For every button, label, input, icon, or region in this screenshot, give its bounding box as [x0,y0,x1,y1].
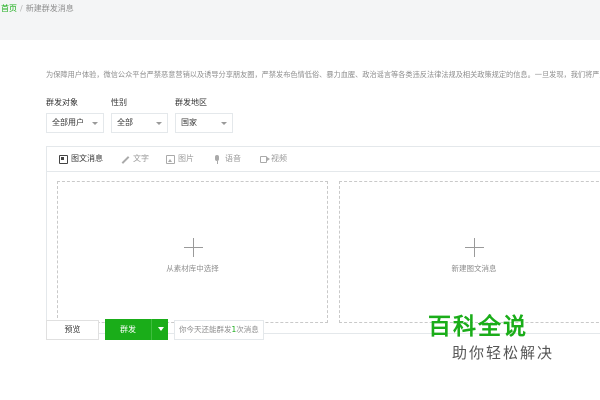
send-options-dropdown-icon[interactable] [158,327,164,331]
chevron-down-icon [92,122,98,125]
select-from-library-button[interactable]: 从素材库中选择 [57,181,328,323]
tab-news-label: 图文消息 [71,154,103,163]
tab-voice-label: 语音 [225,154,241,163]
plus-icon [183,238,203,257]
filter-gender: 性别 全部 [111,98,168,133]
breadcrumb-home-link[interactable]: 首页 [1,4,17,13]
quota-prefix: 你今天还能群发 [179,325,232,334]
pen-icon [120,155,130,164]
quota-suffix: 次消息 [236,325,259,334]
image-icon [166,154,175,164]
filter-audience-label: 群发对象 [46,98,78,107]
tab-image-label: 图片 [178,154,194,163]
watermark-subtitle: 助你轻松解决 [452,344,555,362]
chevron-down-icon [221,122,227,125]
tab-text-label: 文字 [133,154,149,163]
region-select[interactable]: 国家 [175,113,233,133]
tab-text[interactable]: 文字 [120,154,149,164]
filter-region: 群发地区 国家 [175,98,233,133]
message-type-tabs: 图文消息 文字 图片 语音 视频 [47,147,600,172]
tab-voice[interactable]: 语音 [213,154,241,164]
gender-select-value: 全部 [117,118,133,127]
policy-notice: 为保障用户体验，微信公众平台严禁恶意营销以及诱导分享朋友圈，严禁发布色情低俗、暴… [46,70,600,79]
audience-select-value: 全部用户 [52,118,84,127]
send-quota-info: 你今天还能群发1次消息 [174,320,264,340]
filter-region-label: 群发地区 [175,98,207,107]
tab-news[interactable]: 图文消息 [59,154,103,164]
watermark-logo: 百科全说 助你轻松解决 [422,312,582,376]
gender-select[interactable]: 全部 [111,113,168,133]
tab-video-label: 视频 [271,154,287,163]
filter-gender-label: 性别 [111,98,127,107]
create-article-button[interactable]: 新建图文消息 [339,181,600,323]
send-button[interactable]: 群发 [105,319,168,340]
video-icon [260,155,270,163]
filter-audience: 群发对象 全部用户 [46,98,104,133]
plus-icon [465,238,484,257]
microphone-icon [213,154,222,164]
preview-button[interactable]: 预览 [46,320,99,340]
tab-image[interactable]: 图片 [166,154,194,164]
message-editor: 图文消息 文字 图片 语音 视频 从素材库中选择 新建图文消息 [46,146,600,334]
create-article-label: 新建图文消息 [451,264,497,273]
select-from-library-label: 从素材库中选择 [166,264,219,273]
news-icon [59,154,68,164]
region-select-value: 国家 [181,118,197,127]
breadcrumb-current: 新建群发消息 [25,4,74,13]
breadcrumb-separator: / [20,4,23,13]
tab-video[interactable]: 视频 [260,154,287,164]
send-button-label: 群发 [120,325,136,334]
audience-select[interactable]: 全部用户 [46,113,104,133]
send-button-divider [151,319,152,340]
chevron-down-icon [156,122,162,125]
watermark-title: 百科全说 [428,314,528,340]
breadcrumb: 首页 / 新建群发消息 [0,0,600,22]
